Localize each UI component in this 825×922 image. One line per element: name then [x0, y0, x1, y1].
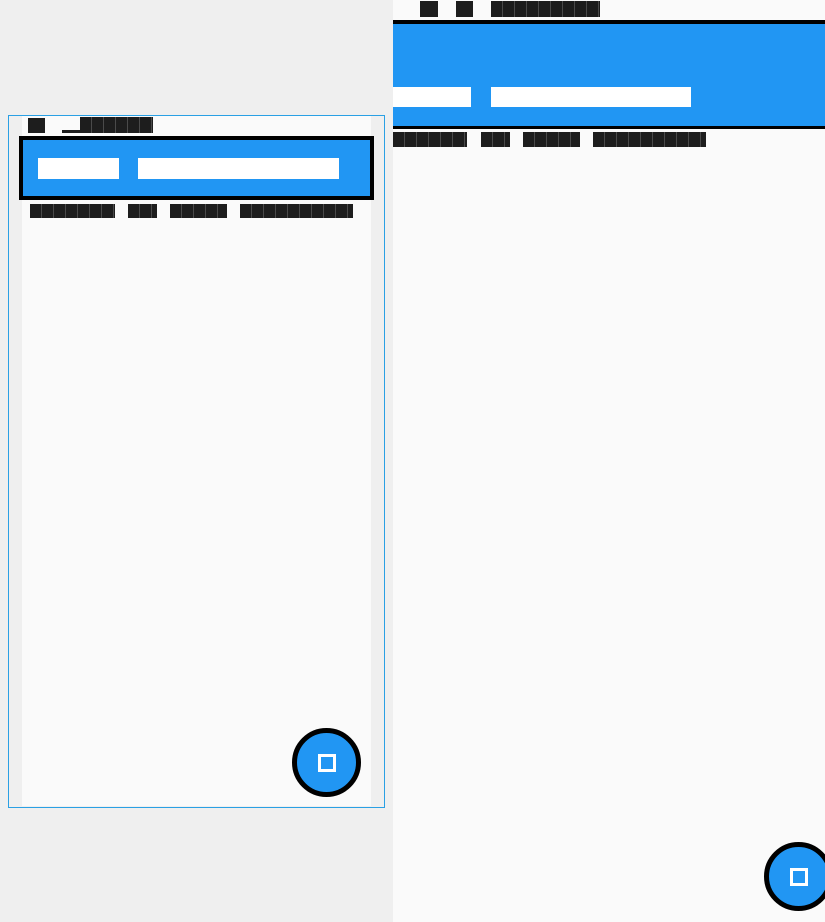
left-subheader-item-4[interactable]	[240, 204, 353, 218]
right-status-bar	[393, 0, 825, 20]
right-subheader-item-4[interactable]	[593, 132, 706, 147]
left-status-title-block	[80, 117, 153, 133]
square-icon	[317, 753, 336, 772]
left-subheader-item-1[interactable]	[30, 204, 115, 218]
right-subheader-item-3[interactable]	[523, 132, 580, 147]
left-status-bar	[22, 116, 371, 136]
right-subheader	[393, 131, 825, 149]
right-fab-button[interactable]	[764, 842, 825, 911]
right-subheader-item-1[interactable]	[393, 132, 467, 147]
left-subheader-item-2[interactable]	[128, 204, 157, 218]
left-status-underscore	[62, 130, 80, 133]
left-tab-1[interactable]	[38, 158, 119, 179]
right-subheader-item-2[interactable]	[481, 132, 510, 147]
right-status-icon-block	[420, 1, 438, 17]
left-subheader-item-3[interactable]	[170, 204, 227, 218]
right-app-bar[interactable]	[393, 20, 825, 129]
left-status-icon-block	[28, 118, 45, 133]
left-tab-2[interactable]	[138, 158, 339, 179]
right-tab-2[interactable]	[491, 87, 691, 107]
right-status-gap	[473, 1, 491, 15]
right-app-screen	[393, 0, 825, 922]
left-phone-screen	[19, 116, 374, 806]
left-subheader	[22, 202, 371, 220]
right-tab-1[interactable]	[393, 87, 471, 107]
right-status-small-block	[456, 1, 473, 17]
left-fab-button[interactable]	[292, 728, 361, 797]
square-icon	[789, 867, 808, 886]
right-status-title-block	[491, 1, 600, 17]
left-app-bar[interactable]	[19, 136, 374, 200]
